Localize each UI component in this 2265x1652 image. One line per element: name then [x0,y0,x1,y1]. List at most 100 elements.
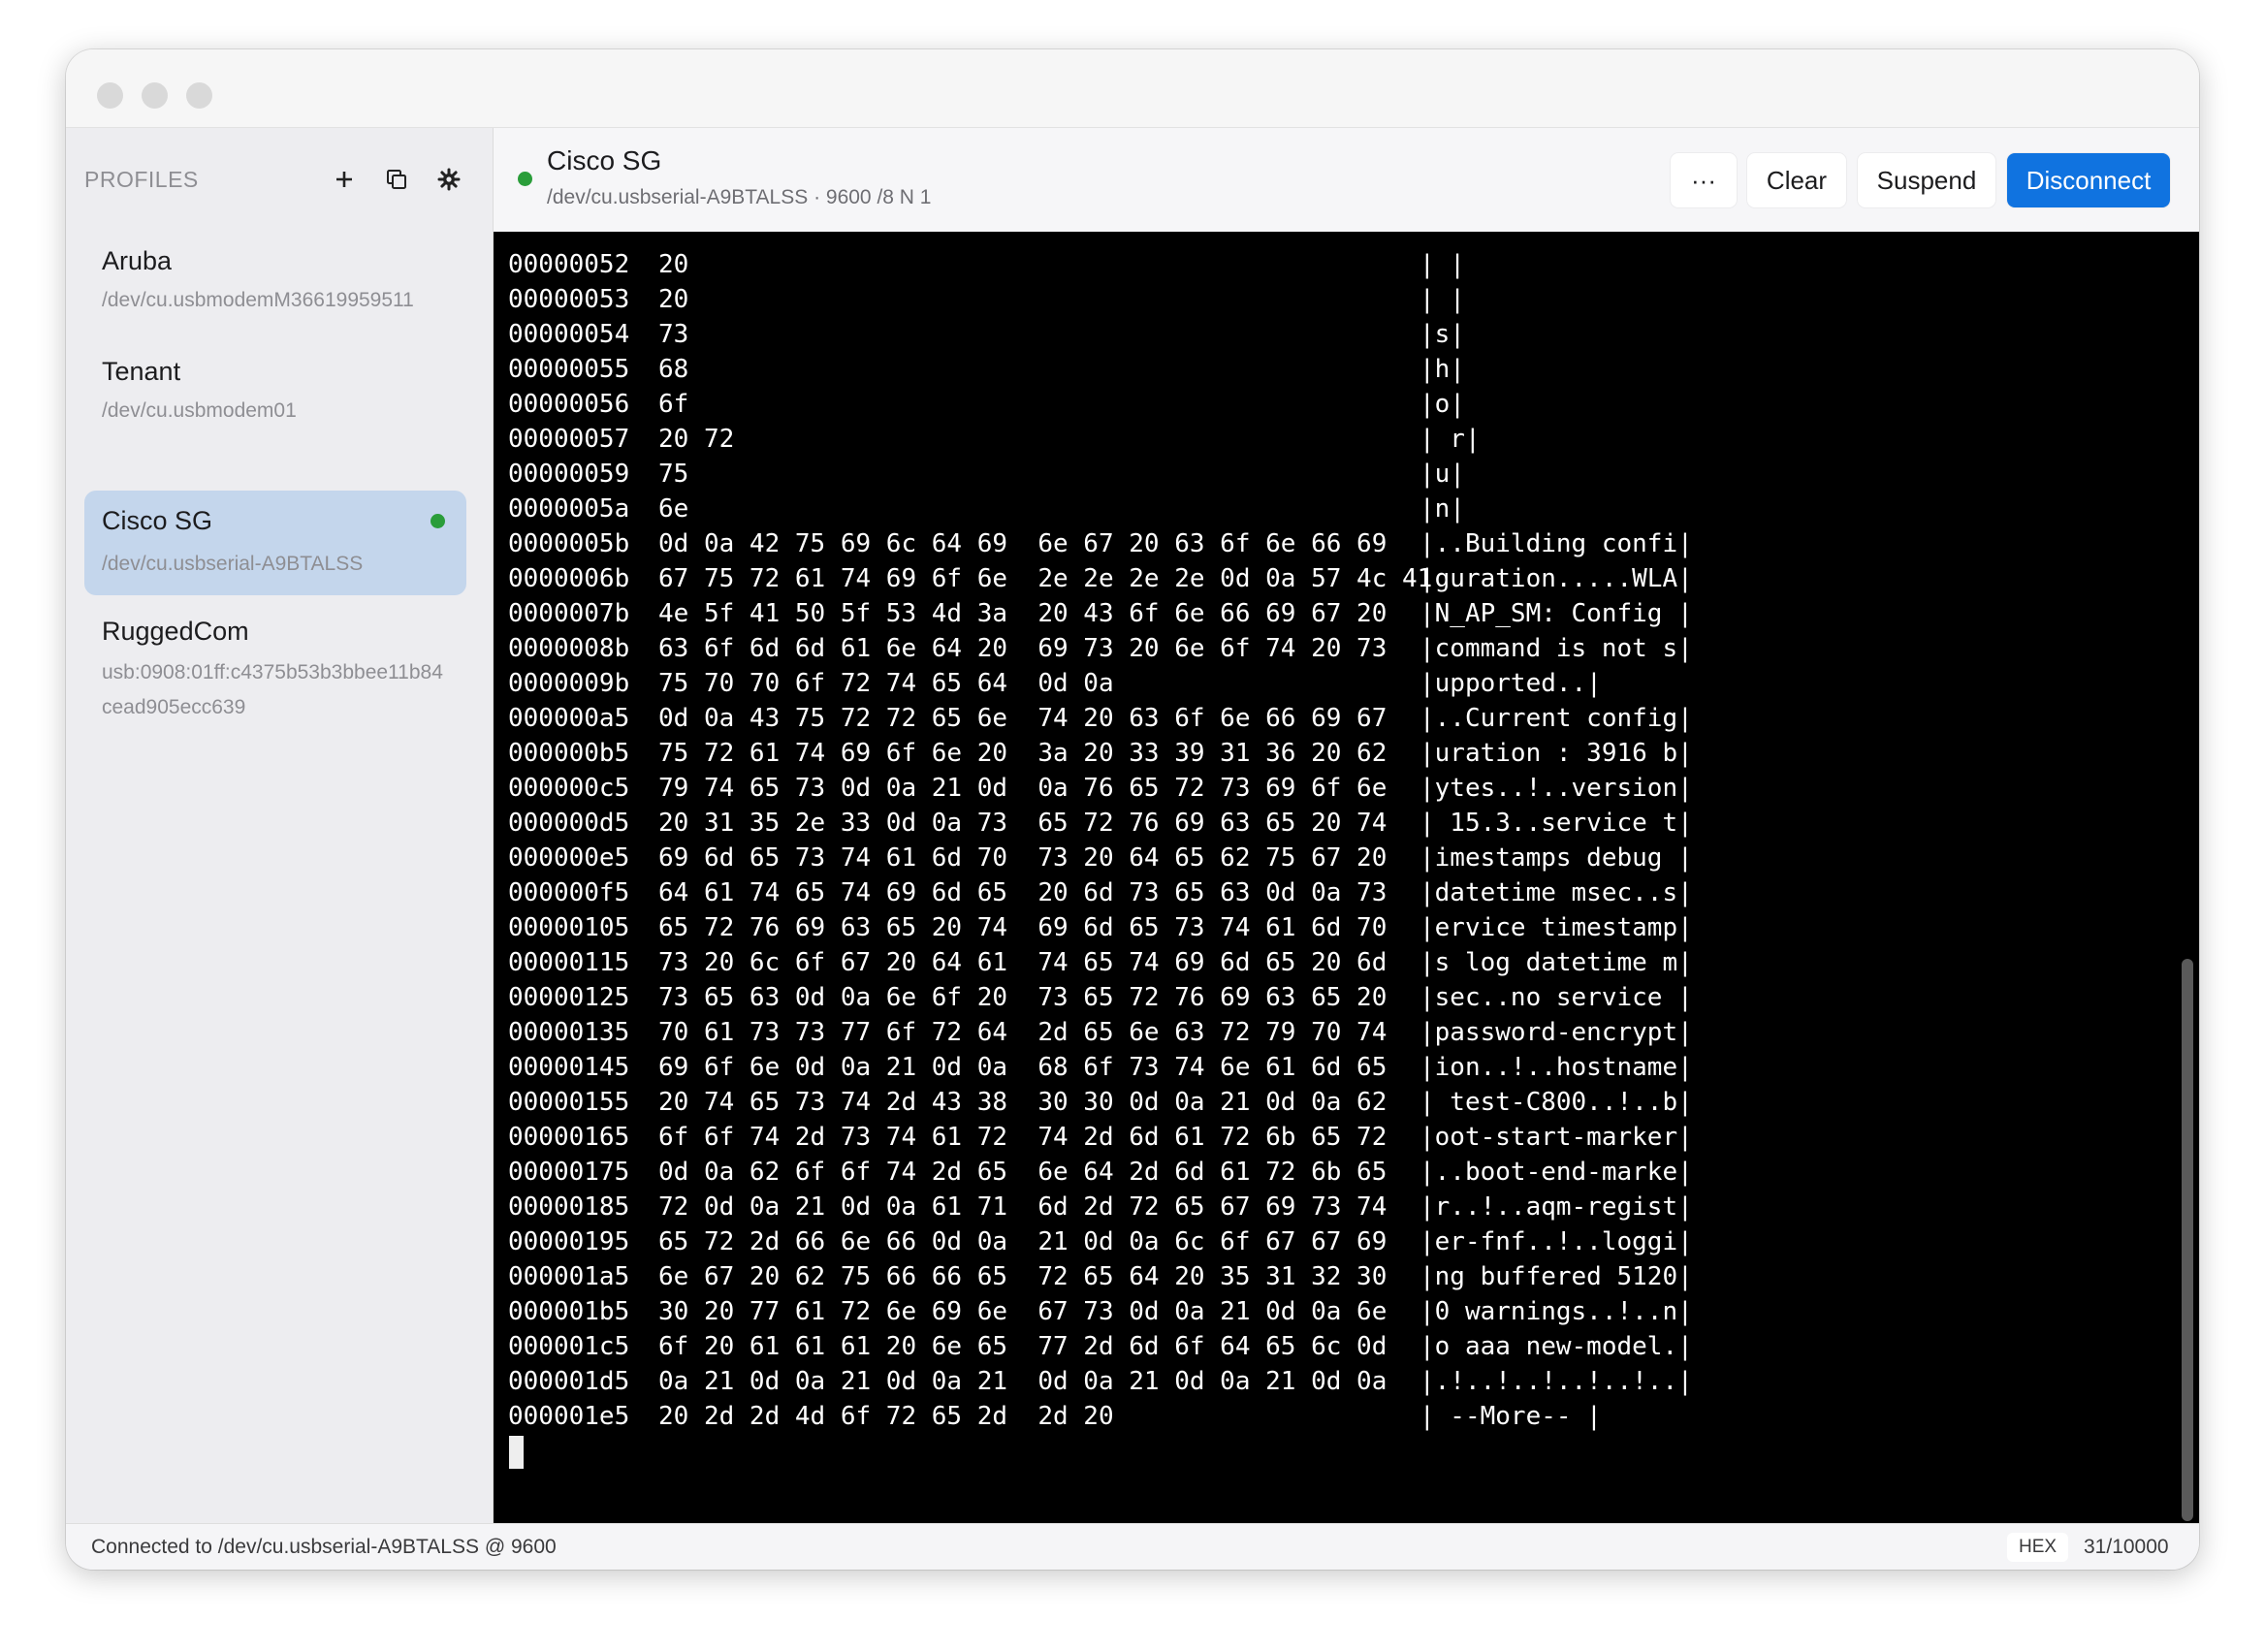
hex-address: 000000e5 [508,843,630,873]
hex-bytes: 73 [658,320,689,349]
zoom-window-button[interactable] [186,82,212,109]
hex-bytes: 4e 5f 41 50 5f 53 4d 3a 20 43 6f 6e 66 6… [658,599,1388,628]
hex-bytes: 6f 20 61 61 61 20 6e 65 77 2d 6d 6f 64 6… [658,1332,1388,1361]
disconnect-button[interactable]: Disconnect [2007,153,2170,207]
connection-status-text: Connected to /dev/cu.usbserial-A9BTALSS … [91,1536,557,1558]
ascii-column: |s| [1420,320,1465,349]
hex-address: 000000c5 [508,774,630,803]
display-mode-badge[interactable]: HEX [2007,1533,2069,1562]
profile-item-aruba[interactable]: Aruba /dev/cu.usbmodemM36619959511 [84,225,466,332]
ascii-column: |ytes..!..version| [1420,774,1693,803]
ascii-column: |..Building confi| [1420,529,1693,558]
ascii-column: | r| [1420,425,1481,454]
ascii-column: |ervice timestamp| [1420,913,1693,942]
terminal-scrollbar[interactable] [2182,959,2193,1521]
hex-address: 000001d5 [508,1367,630,1396]
hex-bytes: 65 72 76 69 63 65 20 74 69 6d 65 73 74 6… [658,913,1388,942]
line-count: 31/10000 [2084,1536,2169,1558]
hex-bytes: 69 6f 6e 0d 0a 21 0d 0a 68 6f 73 74 6e 6… [658,1053,1388,1082]
hex-address: 000001a5 [508,1262,630,1291]
hex-bytes: 63 6f 6d 6d 61 6e 64 20 69 73 20 6e 6f 7… [658,634,1388,663]
terminal-output[interactable]: 00000052 20 | | 00000053 20 | | 00000054 73 |s| 0… [494,232,2199,1523]
ascii-column: |guration.....WLA| [1420,564,1693,593]
hex-address: 00000155 [508,1088,630,1117]
ascii-column: |u| [1420,460,1465,489]
close-window-button[interactable] [97,82,123,109]
ascii-column: | | [1420,285,1465,314]
hex-address: 00000125 [508,983,630,1012]
hex-address: 00000115 [508,948,630,977]
hex-bytes: 75 70 70 6f 72 74 65 64 0d 0a [658,669,1114,698]
hex-address: 00000135 [508,1018,630,1047]
ascii-column: |o aaa new-model.| [1420,1332,1693,1361]
duplicate-icon[interactable] [380,163,413,196]
profile-name: Cisco SG [102,506,213,535]
more-options-button[interactable]: ··· [1671,153,1737,207]
profile-path: usb:0908:01ff:c4375b53b3bbee11b84cead905… [102,661,443,718]
hex-bytes: 75 72 61 74 69 6f 6e 20 3a 20 33 39 31 3… [658,739,1388,768]
profile-item-tenant[interactable]: Tenant /dev/cu.usbmodem01 [84,335,466,442]
hex-bytes: 6e 67 20 62 75 66 66 65 72 65 64 20 35 3… [658,1262,1388,1291]
ascii-column: |r..!..aqm-regist| [1420,1192,1693,1222]
hex-bytes: 64 61 74 65 74 69 6d 65 20 6d 73 65 63 0… [658,878,1388,907]
hex-address: 0000009b [508,669,630,698]
ascii-column: |..Current config| [1420,704,1693,733]
gear-icon[interactable] [432,163,465,196]
hex-address: 00000057 [508,425,630,454]
hex-address: 0000005b [508,529,630,558]
hex-bytes: 68 [658,355,689,384]
hex-bytes: 70 61 73 73 77 6f 72 64 2d 65 6e 63 72 7… [658,1018,1388,1047]
hex-bytes: 72 0d 0a 21 0d 0a 61 71 6d 2d 72 65 67 6… [658,1192,1388,1222]
profile-name: Aruba [102,246,173,275]
hex-address: 000000a5 [508,704,630,733]
hex-address: 0000008b [508,634,630,663]
hex-bytes: 75 [658,460,689,489]
profile-item-cisco-sg[interactable]: Cisco SG /dev/cu.usbserial-A9BTALSS [84,491,466,595]
profiles-sidebar: PROFILES Aruba /dev/cu.usbmodemM36619959… [66,128,494,1523]
ascii-column: |.!..!..!..!..!..| [1420,1367,1693,1396]
ascii-column: | test-C800..!..b| [1420,1088,1693,1117]
session-subtitle: /dev/cu.usbserial-A9BTALSS · 9600 /8 N 1 [547,186,932,208]
hex-bytes: 0d 0a 42 75 69 6c 64 69 6e 67 20 63 6f 6… [658,529,1388,558]
profile-item-ruggedcom[interactable]: RuggedCom usb:0908:01ff:c4375b53b3bbee11… [84,601,466,727]
ascii-column: |er-fnf..!..loggi| [1420,1227,1693,1256]
hex-bytes: 73 65 63 0d 0a 6e 6f 20 73 65 72 76 69 6… [658,983,1388,1012]
ascii-column: |o| [1420,390,1465,419]
minimize-window-button[interactable] [142,82,168,109]
hex-address: 00000053 [508,285,630,314]
ascii-column: |upported..| [1420,669,1602,698]
ascii-column: |h| [1420,355,1465,384]
ascii-column: |0 warnings..!..n| [1420,1297,1693,1326]
hex-address: 00000165 [508,1123,630,1152]
title-bar [66,49,2199,128]
ascii-column: |oot-start-marker| [1420,1123,1693,1152]
hex-bytes: 6f [658,390,689,419]
ascii-column: | --More-- | [1420,1402,1602,1431]
ascii-column: |ion..!..hostname| [1420,1053,1693,1082]
ascii-column: |command is not s| [1420,634,1693,663]
hex-address: 00000052 [508,250,630,279]
status-bar: Connected to /dev/cu.usbserial-A9BTALSS … [66,1523,2199,1570]
hex-address: 00000185 [508,1192,630,1222]
session-header: Cisco SG /dev/cu.usbserial-A9BTALSS · 96… [494,128,2199,232]
hex-address: 00000055 [508,355,630,384]
profile-path: /dev/cu.usbmodem01 [102,399,297,422]
hex-bytes: 73 20 6c 6f 67 20 64 61 74 65 74 69 6d 6… [658,948,1388,977]
session-title: Cisco SG [547,145,662,175]
ascii-column: |imestamps debug | [1420,843,1693,873]
ascii-column: | 15.3..service t| [1420,809,1693,838]
profiles-heading: PROFILES [84,167,199,192]
hex-address: 0000007b [508,599,630,628]
clear-button[interactable]: Clear [1747,153,1846,207]
ascii-column: |..boot-end-marke| [1420,1158,1693,1187]
ascii-column: |datetime msec..s| [1420,878,1693,907]
suspend-button[interactable]: Suspend [1858,153,1995,207]
profile-name: Tenant [102,357,181,386]
hex-bytes: 20 [658,250,689,279]
ascii-column: |password-encrypt| [1420,1018,1693,1047]
hex-bytes: 20 31 35 2e 33 0d 0a 73 65 72 76 69 63 6… [658,809,1388,838]
plus-icon[interactable] [328,163,361,196]
hex-bytes: 0d 0a 43 75 72 72 65 6e 74 20 63 6f 6e 6… [658,704,1388,733]
profile-path: /dev/cu.usbserial-A9BTALSS [102,553,364,575]
ascii-column: |ng buffered 5120| [1420,1262,1693,1291]
